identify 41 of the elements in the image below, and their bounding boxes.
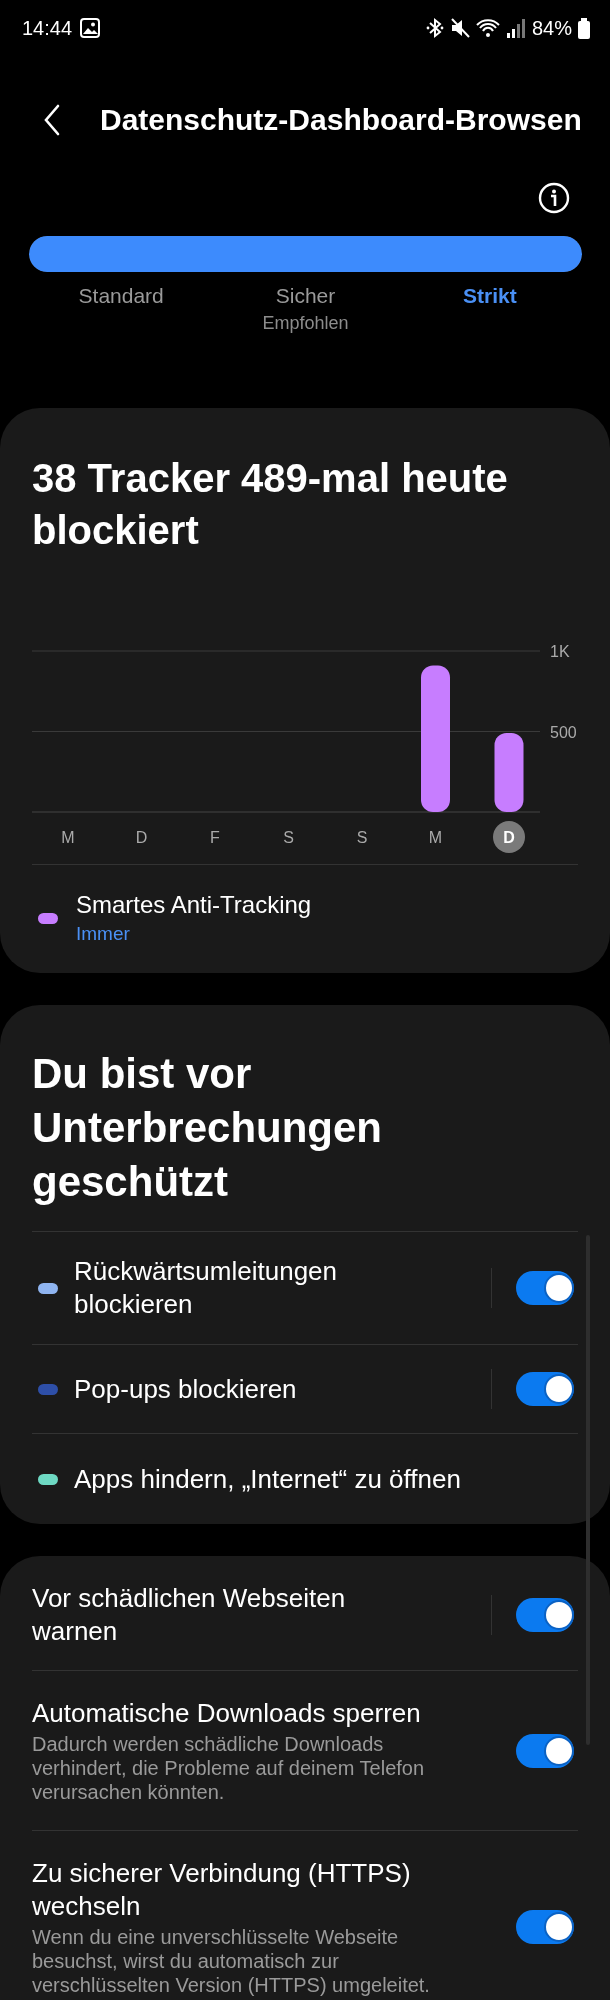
day-label: M xyxy=(61,829,75,846)
setting-title: Automatische Downloads sperren xyxy=(32,1697,422,1730)
level-slider[interactable] xyxy=(29,236,582,272)
battery-percent: 84% xyxy=(531,16,572,40)
card-title: 38 Tracker 489-mal heute blockiert xyxy=(32,455,509,554)
image-icon xyxy=(80,18,101,38)
axis-label: 1K xyxy=(550,643,570,660)
setting-description: Wenn du eine unverschlüsselte Webseite besuchst, wirst du automatisch zur verschlüsselten Version (HTTPS) umgeleitet. xyxy=(32,1925,431,1997)
setting-label: Apps hindern, „Internet“ zu öffnen xyxy=(74,1462,462,1496)
signal-icon xyxy=(505,17,526,39)
toggle-switch[interactable] xyxy=(516,1598,574,1632)
day-label: F xyxy=(210,829,220,846)
card-title: Du bist vor Unterbrechungen geschützt xyxy=(32,1049,384,1207)
status-time: 14:44 xyxy=(22,16,73,40)
mute-icon xyxy=(449,17,470,39)
bluetooth-icon xyxy=(425,17,444,39)
setting-description: Dadurch werden schädliche Downloads verhindert, die Probleme auf deinem Telefon verursachen könnten. xyxy=(32,1732,426,1804)
toggle-switch[interactable] xyxy=(516,1372,574,1406)
wifi-icon xyxy=(475,17,500,39)
legend-label: Smartes Anti-Tracking xyxy=(76,890,312,920)
level-option[interactable]: Strikt xyxy=(397,282,582,336)
day-label: S xyxy=(283,829,294,846)
setting-label: Pop-ups blockieren xyxy=(74,1372,298,1406)
level-option[interactable]: Sicher Empfohlen xyxy=(213,282,398,336)
day-label: S xyxy=(356,829,368,846)
level-option[interactable]: Standard xyxy=(29,282,214,336)
setting-title: Zu sicherer Verbindung (HTTPS) wechseln xyxy=(32,1857,412,1923)
day-label: M xyxy=(428,829,443,846)
toggle-switch[interactable] xyxy=(516,1910,574,1944)
back-icon xyxy=(42,103,62,137)
toggle-switch[interactable] xyxy=(516,1271,574,1305)
day-label: D xyxy=(135,829,148,846)
info-icon[interactable] xyxy=(538,182,570,214)
battery-icon xyxy=(578,17,590,39)
setting-title: Vor schädlichen Webseiten warnen xyxy=(32,1582,347,1648)
legend-value: Immer xyxy=(76,922,131,946)
toggle-switch[interactable] xyxy=(516,1733,574,1768)
axis-label: 500 xyxy=(550,723,577,741)
day-label: D xyxy=(503,829,515,846)
screen-title: Datenschutz-Dashboard-Browsen xyxy=(100,103,582,137)
setting-label: Rückwärtsumleitungen blockieren xyxy=(74,1255,338,1321)
